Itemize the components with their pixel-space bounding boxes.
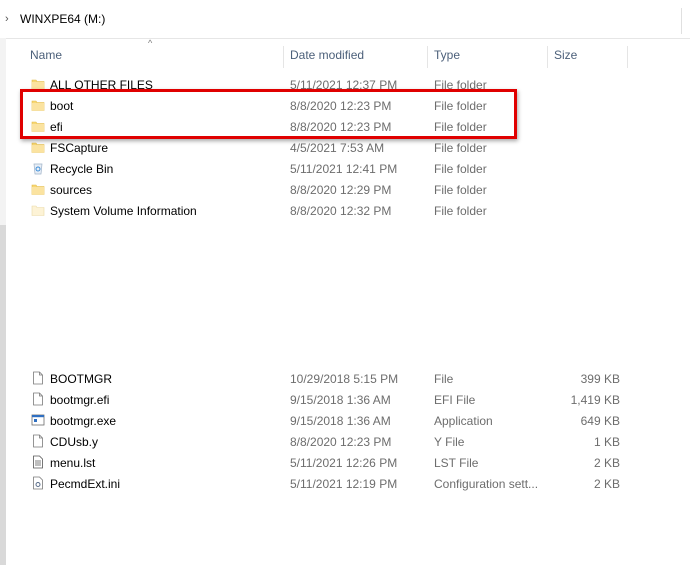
column-header-date[interactable]: Date modified — [290, 48, 364, 62]
file-icon — [31, 434, 45, 448]
file-icon — [31, 392, 45, 406]
column-header-type[interactable]: Type — [434, 48, 460, 62]
item-type: Configuration sett... — [434, 477, 539, 491]
folder-icon — [31, 140, 45, 154]
item-name: PecmdExt.ini — [50, 477, 121, 491]
item-type: File folder — [434, 141, 487, 155]
item-date-modified: 9/15/2018 1:36 AM — [290, 393, 391, 407]
item-name: BOOTMGR — [50, 372, 112, 386]
list-item[interactable]: menu.lst 5/11/2021 12:26 PM LST File 2 KB — [0, 452, 690, 473]
item-date-modified: 8/8/2020 12:29 PM — [290, 183, 392, 197]
item-name: bootmgr.exe — [50, 414, 117, 428]
highlight-box — [20, 89, 517, 139]
list-item[interactable]: System Volume Information 8/8/2020 12:32 … — [0, 200, 690, 221]
column-header-row: Name Date modified Type Size — [0, 38, 690, 71]
item-date-modified: 5/11/2021 12:26 PM — [290, 456, 398, 470]
list-item[interactable]: bootmgr.efi 9/15/2018 1:36 AM EFI File 1,41… — [0, 389, 690, 410]
divider — [681, 8, 682, 34]
item-name: CDUsb.y — [50, 435, 99, 449]
item-name: System Volume Information — [50, 204, 197, 218]
item-date-modified: 5/11/2021 12:19 PM — [290, 477, 398, 491]
list-item[interactable]: FSCapture 4/5/2021 7:53 AM File folder — [0, 137, 690, 158]
list-item[interactable]: CDUsb.y 8/8/2020 12:23 PM Y File 1 KB — [0, 431, 690, 452]
item-date-modified: 10/29/2018 5:15 PM — [290, 372, 399, 386]
item-name: menu.lst — [50, 456, 96, 470]
column-divider[interactable] — [627, 46, 628, 68]
application-icon — [31, 413, 45, 427]
column-header-size[interactable]: Size — [554, 48, 577, 62]
item-size: 1 KB — [593, 435, 620, 449]
recycle-bin-icon — [31, 161, 45, 175]
sort-ascending-icon: ^ — [148, 38, 153, 48]
item-name: Recycle Bin — [50, 162, 114, 176]
item-date-modified: 4/5/2021 7:53 AM — [290, 141, 385, 155]
item-type: File — [434, 372, 454, 386]
item-type: File folder — [434, 204, 487, 218]
system-folder-icon — [31, 203, 45, 217]
item-type: Y File — [434, 435, 465, 449]
item-type: EFI File — [434, 393, 476, 407]
list-item[interactable]: bootmgr.exe 9/15/2018 1:36 AM Application 6… — [0, 410, 690, 431]
column-divider[interactable] — [427, 46, 428, 68]
breadcrumb-drive[interactable]: WINXPE64 (M:) — [20, 12, 105, 26]
folder-icon — [31, 182, 45, 196]
column-divider[interactable] — [283, 46, 284, 68]
item-date-modified: 9/15/2018 1:36 AM — [290, 414, 391, 428]
item-type: Application — [434, 414, 493, 428]
item-type: File folder — [434, 162, 487, 176]
column-divider[interactable] — [547, 46, 548, 68]
item-size: 649 KB — [580, 414, 620, 428]
chevron-right-icon[interactable]: › — [5, 13, 9, 25]
item-size: 1,419 KB — [570, 393, 620, 407]
item-size: 399 KB — [580, 372, 620, 386]
item-size: 2 KB — [593, 456, 620, 470]
item-name: bootmgr.efi — [50, 393, 110, 407]
breadcrumb: › WINXPE64 (M:) — [0, 0, 690, 39]
item-name: sources — [50, 183, 93, 197]
settings-file-icon — [31, 476, 45, 490]
list-item[interactable]: sources 8/8/2020 12:29 PM File folder — [0, 179, 690, 200]
column-header-name[interactable]: Name — [30, 48, 62, 62]
item-date-modified: 8/8/2020 12:32 PM — [290, 204, 392, 218]
item-type: LST File — [434, 456, 479, 470]
item-size: 2 KB — [593, 477, 620, 491]
text-file-icon — [31, 455, 45, 469]
list-item[interactable]: Recycle Bin 5/11/2021 12:41 PM File folder — [0, 158, 690, 179]
item-date-modified: 5/11/2021 12:41 PM — [290, 162, 398, 176]
item-name: FSCapture — [50, 141, 109, 155]
file-icon — [31, 371, 45, 385]
list-item[interactable]: BOOTMGR 10/29/2018 5:15 PM File 399 KB — [0, 368, 690, 389]
item-date-modified: 8/8/2020 12:23 PM — [290, 435, 392, 449]
list-item[interactable]: PecmdExt.ini 5/11/2021 12:19 PM Configurat… — [0, 473, 690, 494]
item-type: File folder — [434, 183, 487, 197]
